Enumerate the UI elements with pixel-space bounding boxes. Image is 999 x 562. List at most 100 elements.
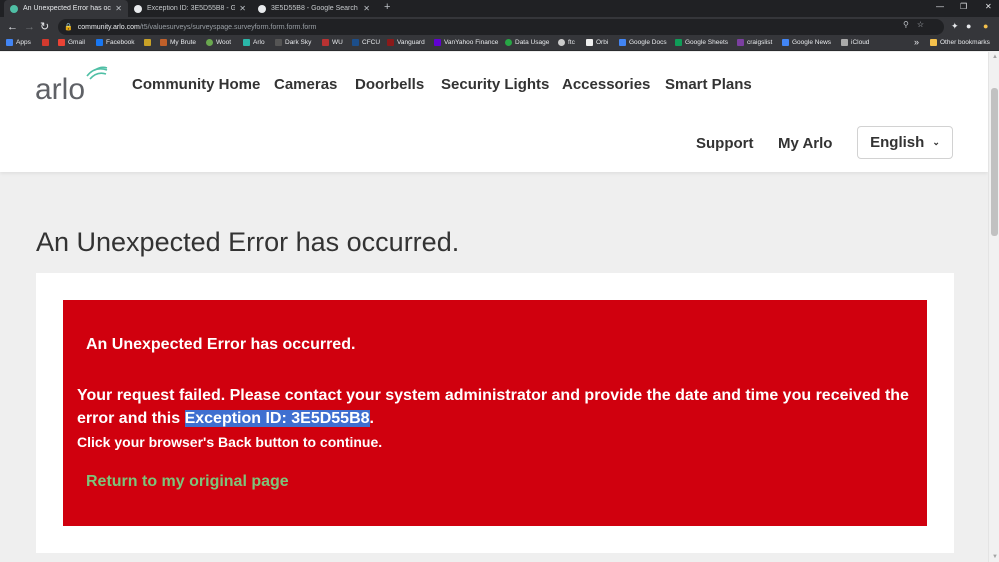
- google-favicon-icon: [134, 4, 142, 13]
- back-instruction: Click your browser's Back button to cont…: [77, 434, 383, 450]
- browser-tab-strip: An Unexpected Error has occurre ✕ Except…: [0, 0, 999, 17]
- bookmark-arlo[interactable]: Arlo: [243, 39, 265, 46]
- error-heading: An Unexpected Error has occurred.: [86, 336, 356, 353]
- bookmark-label: VanYahoo Finance: [444, 39, 499, 46]
- exception-id-highlighted[interactable]: Exception ID: 3E5D55B8: [184, 410, 370, 427]
- bookmark-label: Dark Sky: [285, 39, 312, 46]
- bookmark-ftc[interactable]: ftc: [558, 39, 575, 46]
- back-icon[interactable]: ←: [7, 20, 18, 34]
- bookmark-google-sheets[interactable]: Google Sheets: [675, 39, 728, 46]
- forward-icon[interactable]: →: [24, 20, 35, 34]
- nav-my-arlo[interactable]: My Arlo: [778, 135, 832, 152]
- folder-icon: [930, 39, 937, 46]
- profile-avatar-icon[interactable]: ●: [966, 21, 971, 31]
- bookmark-cfcu[interactable]: CFCU: [352, 39, 380, 46]
- bookmark-label: Google News: [792, 39, 832, 46]
- bookmark-vanguard[interactable]: Vanguard: [387, 39, 425, 46]
- bookmark-label: Woot: [216, 39, 232, 46]
- bookmark-facebook[interactable]: Facebook: [96, 39, 135, 46]
- new-tab-button[interactable]: +: [384, 1, 390, 13]
- cfcu-icon: [352, 39, 359, 46]
- vanguard-icon: [387, 39, 394, 46]
- extensions-icon[interactable]: ✦: [951, 21, 959, 32]
- bookmark-data-usage[interactable]: Data Usage: [505, 39, 549, 46]
- my-brute-icon: [160, 39, 167, 46]
- error-message-end: .: [369, 410, 374, 427]
- close-window-icon[interactable]: ✕: [985, 2, 992, 11]
- apps-grid-icon: [6, 39, 13, 46]
- nav-smart-plans[interactable]: Smart Plans: [665, 76, 752, 93]
- data-usage-icon: [505, 39, 512, 46]
- address-host: community.arlo.com: [77, 23, 140, 31]
- ftc-icon: [558, 39, 565, 46]
- nav-cameras[interactable]: Cameras: [274, 76, 337, 93]
- bookmark-label: WU: [332, 39, 343, 46]
- language-selector[interactable]: English ⌄: [857, 126, 953, 159]
- bookmark-my-brute[interactable]: My Brute: [160, 39, 196, 46]
- bookmark-label: craigslist: [747, 39, 773, 46]
- bookmark-star-icon[interactable]: ☆: [917, 20, 932, 29]
- nav-security-lights[interactable]: Security Lights: [441, 76, 549, 93]
- nav-doorbells[interactable]: Doorbells: [355, 76, 424, 93]
- bookmarks-overflow-icon[interactable]: »: [914, 37, 919, 47]
- nav-accessories[interactable]: Accessories: [562, 76, 650, 93]
- nav-community-home[interactable]: Community Home: [132, 76, 260, 93]
- google-sheets-icon: [675, 39, 682, 46]
- update-icon[interactable]: ●: [983, 21, 988, 31]
- woot-icon: [206, 39, 213, 46]
- minimize-icon[interactable]: —: [936, 2, 944, 11]
- scroll-down-arrow-icon[interactable]: ▼: [992, 554, 998, 560]
- google-docs-icon: [619, 39, 626, 46]
- facebook-icon: [96, 39, 103, 46]
- other-bookmarks[interactable]: Other bookmarks: [930, 39, 990, 46]
- chevron-down-icon: ⌄: [932, 137, 940, 147]
- browser-tab-active[interactable]: An Unexpected Error has occurre ✕: [4, 0, 128, 17]
- bookmark-label: Vanguard: [397, 39, 425, 46]
- bookmark-apps[interactable]: Apps: [6, 39, 31, 46]
- bookmark-google-docs[interactable]: Google Docs: [619, 39, 667, 46]
- bookmark-icloud[interactable]: iCloud: [841, 39, 869, 46]
- bookmark-wu[interactable]: WU: [322, 39, 343, 46]
- bookmark-label: Orbi: [596, 39, 609, 46]
- address-path: /t5/valuesurveys/surveyspage.surveyform.…: [139, 23, 317, 31]
- error-card: An Unexpected Error has occurred. Your r…: [36, 273, 954, 553]
- scrollbar-thumb[interactable]: [991, 88, 998, 236]
- bookmark-label: CFCU: [362, 39, 381, 46]
- scroll-up-arrow-icon[interactable]: ▲: [992, 54, 998, 60]
- bookmark-craigslist[interactable]: craigslist: [737, 39, 772, 46]
- bookmark-google-news[interactable]: Google News: [782, 39, 831, 46]
- close-tab-icon[interactable]: ✕: [115, 4, 122, 13]
- arlo-logo[interactable]: arlo: [35, 66, 115, 106]
- page-title: An Unexpected Error has occurred.: [36, 227, 460, 257]
- icloud-icon: [841, 39, 848, 46]
- tab-title: 3E5D55B8 - Google Search: [271, 5, 358, 12]
- browser-tab[interactable]: 3E5D55B8 - Google Search ✕: [252, 0, 376, 17]
- close-tab-icon[interactable]: ✕: [239, 4, 246, 13]
- bookmark-label: My Brute: [170, 39, 197, 46]
- svg-text:arlo: arlo: [35, 73, 85, 106]
- bookmarks-bar: Apps Gmail Facebook My Brute Woot Arlo D…: [0, 37, 999, 51]
- bookmark-woot[interactable]: Woot: [206, 39, 231, 46]
- address-bar[interactable]: 🔒 community.arlo.com /t5/valuesurveys/su…: [58, 19, 944, 35]
- bookmark-label: Facebook: [106, 39, 135, 46]
- language-label: English: [870, 134, 925, 151]
- tab-title: Exception ID: 3E5D55B8 - Googl: [147, 5, 236, 12]
- bookmark-folder[interactable]: [144, 39, 154, 46]
- nav-support[interactable]: Support: [696, 135, 754, 152]
- bookmark-orbi[interactable]: Orbi: [586, 39, 608, 46]
- browser-tab[interactable]: Exception ID: 3E5D55B8 - Googl ✕: [128, 0, 252, 17]
- page-scrollbar[interactable]: ▲ ▼: [988, 52, 999, 562]
- bookmark-gmail[interactable]: Gmail: [58, 39, 85, 46]
- error-box: An Unexpected Error has occurred. Your r…: [63, 300, 927, 526]
- close-tab-icon[interactable]: ✕: [363, 4, 370, 13]
- bookmark-dark-sky[interactable]: Dark Sky: [275, 39, 311, 46]
- reload-icon[interactable]: ↻: [40, 20, 49, 34]
- arlo-logo-icon: arlo: [35, 66, 108, 106]
- bookmark-label: Apps: [16, 39, 31, 46]
- restore-icon[interactable]: ❐: [960, 2, 967, 11]
- return-to-original-page-link[interactable]: Return to my original page: [86, 473, 289, 491]
- bookmark-yahoo-finance[interactable]: VanYahoo Finance: [434, 39, 498, 46]
- bookmark-red[interactable]: [42, 39, 52, 46]
- zoom-icon[interactable]: ⚲: [903, 20, 917, 29]
- bookmark-label: Other bookmarks: [940, 39, 990, 46]
